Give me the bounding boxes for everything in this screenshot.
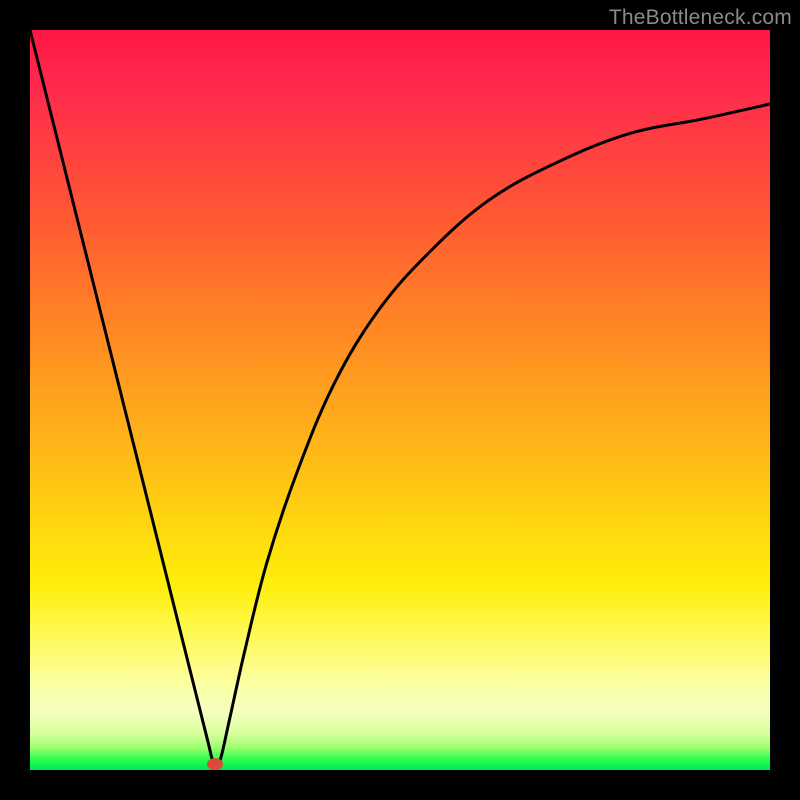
curve-layer bbox=[30, 30, 770, 770]
bottleneck-curve-path bbox=[30, 30, 770, 767]
plot-area bbox=[30, 30, 770, 770]
chart-frame: TheBottleneck.com bbox=[0, 0, 800, 800]
watermark-text: TheBottleneck.com bbox=[609, 6, 792, 30]
min-marker bbox=[207, 758, 223, 770]
